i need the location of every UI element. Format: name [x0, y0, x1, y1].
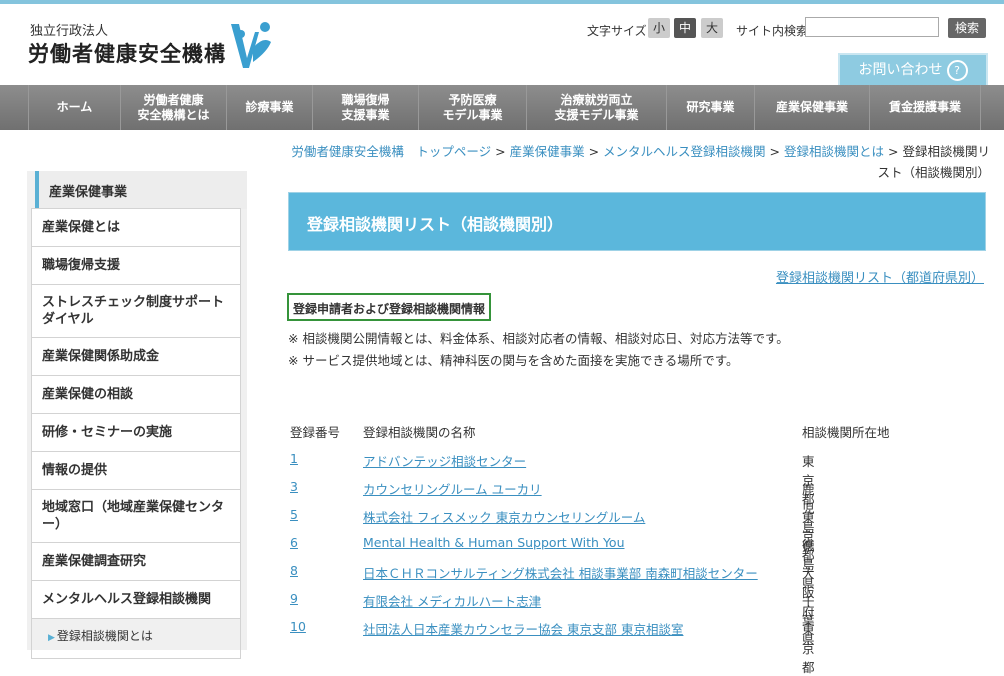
- breadcrumb-about-registered[interactable]: 登録相談機関とは: [784, 144, 884, 159]
- institution-name-link[interactable]: カウンセリングルーム ユーカリ: [363, 479, 542, 498]
- prefecture-list-link[interactable]: 登録相談機関リスト（都道府県別）: [776, 267, 984, 286]
- institution-name-link[interactable]: 社団法人日本産業カウンセラー協会 東京支部 東京相談室: [363, 619, 683, 638]
- logo-mark-icon[interactable]: [227, 18, 273, 70]
- institution-name-link[interactable]: 日本ＣＨＲコンサルティング株式会社 相談事業部 南森町相談センター: [363, 563, 758, 582]
- nav-about[interactable]: 労働者健康 安全機構とは: [120, 85, 226, 130]
- sidebar-subitem-about-registered[interactable]: ▶ 登録相談機関とは: [31, 619, 241, 659]
- info-box-heading: 登録申請者および登録相談機関情報: [287, 293, 492, 321]
- breadcrumb-separator: >: [888, 144, 899, 159]
- nav-preventive[interactable]: 予防医療 モデル事業: [418, 85, 526, 130]
- sidebar-subitem-label: 登録相談機関とは: [56, 629, 153, 643]
- font-size-medium-button[interactable]: 中: [674, 18, 696, 38]
- nav-treatment-work[interactable]: 治療就労両立 支援モデル事業: [526, 85, 666, 130]
- sidebar-item-research[interactable]: 産業保健調査研究: [31, 542, 241, 581]
- sidebar-item-subsidies[interactable]: 産業保健関係助成金: [31, 337, 241, 376]
- sidebar-item-consultation[interactable]: 産業保健の相談: [31, 375, 241, 414]
- breadcrumb-home[interactable]: 労働者健康安全機構 トップページ: [291, 144, 491, 159]
- nav-wage-support[interactable]: 賃金援護事業: [869, 85, 981, 130]
- table-header-location: 相談機関所在地: [802, 425, 890, 440]
- registration-number-link[interactable]: 8: [290, 563, 298, 578]
- contact-button[interactable]: お問い合わせ?: [838, 53, 988, 86]
- org-subtitle: 独立行政法人: [30, 24, 109, 39]
- breadcrumb-separator: >: [769, 144, 781, 159]
- nav-home[interactable]: ホーム: [28, 85, 120, 130]
- site-search-label: サイト内検索: [736, 24, 809, 38]
- global-nav: ホーム 労働者健康 安全機構とは 診療事業 職場復帰 支援事業 予防医療 モデル…: [0, 85, 1004, 130]
- breadcrumb-mental-health[interactable]: メンタルヘルス登録相談機関: [603, 144, 766, 159]
- sidebar-item-return-to-work[interactable]: 職場復帰支援: [31, 246, 241, 285]
- note-disclosure: ※ 相談機関公開情報とは、料金体系、相談対応者の情報、相談対応日、対応方法等です…: [288, 331, 789, 346]
- font-size-label: 文字サイズ: [587, 24, 647, 38]
- site-search-input[interactable]: [805, 17, 939, 37]
- contact-label: お問い合わせ: [858, 62, 943, 78]
- question-icon: ?: [946, 59, 968, 81]
- institution-name-link[interactable]: Mental Health & Human Support With You: [363, 535, 625, 550]
- institution-location: 東京都: [802, 622, 815, 675]
- sidebar-item-mental-health[interactable]: メンタルヘルス登録相談機関: [31, 580, 241, 619]
- table-header-number: 登録番号: [290, 425, 341, 440]
- sidebar-item-about[interactable]: 産業保健とは: [31, 208, 241, 247]
- registration-number-link[interactable]: 3: [290, 479, 298, 494]
- breadcrumb-separator: >: [495, 144, 506, 159]
- table-header-name: 登録相談機関の名称: [363, 425, 476, 440]
- sidebar-item-information[interactable]: 情報の提供: [31, 451, 241, 490]
- site-header: 独立行政法人 労働者健康安全機構 文字サイズ 小 中 大 サイト内検索 検索 お…: [0, 4, 1004, 86]
- page-title: 登録相談機関リスト（相談機関別）: [288, 192, 986, 251]
- nav-medical[interactable]: 診療事業: [226, 85, 312, 130]
- institution-name-link[interactable]: 株式会社 フィスメック 東京カウンセリングルーム: [363, 507, 645, 526]
- nav-research[interactable]: 研究事業: [666, 85, 754, 130]
- registration-number-link[interactable]: 9: [290, 591, 298, 606]
- search-button[interactable]: 検索: [948, 18, 986, 38]
- institution-name-link[interactable]: 有限会社 メディカルハート志津: [363, 591, 541, 610]
- note-service-area: ※ サービス提供地域とは、精神科医の関与を含めた面接を実施できる場所です。: [288, 353, 739, 368]
- sidebar-item-regional-centers[interactable]: 地域窓口（地域産業保健センター）: [31, 489, 241, 543]
- registration-number-link[interactable]: 1: [290, 451, 298, 466]
- sidebar-item-seminars[interactable]: 研修・セミナーの実施: [31, 413, 241, 452]
- nav-occupational-health[interactable]: 産業保健事業: [754, 85, 869, 130]
- sidebar-item-stress-check[interactable]: ストレスチェック制度サポートダイヤル: [31, 284, 241, 338]
- font-size-small-button[interactable]: 小: [648, 18, 670, 38]
- font-size-large-button[interactable]: 大: [701, 18, 723, 38]
- institution-name-link[interactable]: アドバンテッジ相談センター: [363, 451, 526, 470]
- breadcrumb-separator: >: [588, 144, 600, 159]
- registration-number-link[interactable]: 5: [290, 507, 298, 522]
- triangle-right-icon: ▶: [48, 633, 55, 643]
- registration-number-link[interactable]: 6: [290, 535, 298, 550]
- nav-return-to-work[interactable]: 職場復帰 支援事業: [312, 85, 418, 130]
- org-name-logo[interactable]: 労働者健康安全機構: [28, 38, 226, 68]
- breadcrumb-occupational-health[interactable]: 産業保健事業: [510, 144, 585, 159]
- sidebar-title: 産業保健事業: [35, 171, 247, 209]
- sidebar: 産業保健事業 産業保健とは 職場復帰支援 ストレスチェック制度サポートダイヤル …: [27, 171, 247, 659]
- breadcrumb: 労働者健康安全機構 トップページ > 産業保健事業 > メンタルヘルス登録相談機…: [290, 141, 990, 183]
- registration-number-link[interactable]: 10: [290, 619, 306, 634]
